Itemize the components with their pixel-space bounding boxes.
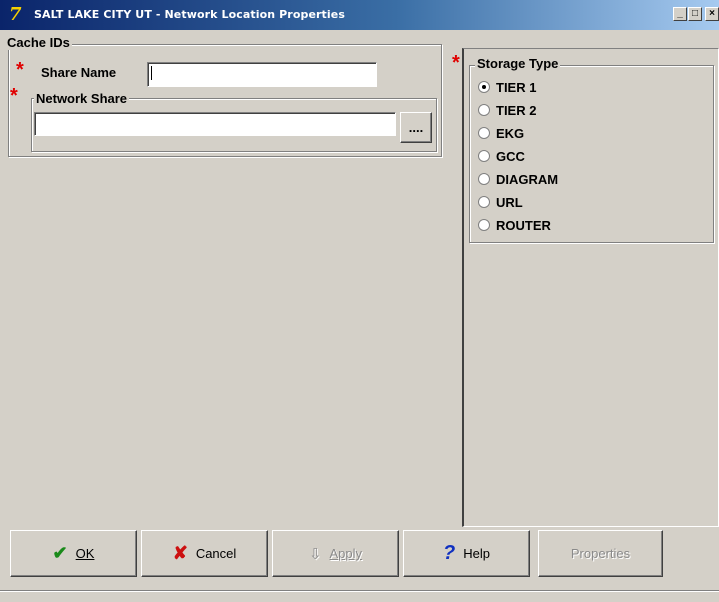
radio-label: TIER 2 bbox=[496, 102, 537, 118]
radio-option-diagram[interactable]: DIAGRAM bbox=[478, 169, 558, 189]
radio-label: TIER 1 bbox=[496, 79, 537, 95]
share-name-required-marker: * bbox=[16, 59, 24, 81]
network-share-required-marker: * bbox=[10, 85, 18, 107]
help-question-icon: ? bbox=[443, 542, 456, 564]
radio-button[interactable] bbox=[478, 173, 490, 185]
storage-type-required-marker: * bbox=[452, 52, 460, 74]
radio-option-tier-2[interactable]: TIER 2 bbox=[478, 100, 536, 120]
radio-option-gcc[interactable]: GCC bbox=[478, 146, 525, 166]
cancel-button[interactable]: ✘ Cancel bbox=[141, 530, 268, 577]
radio-label: ROUTER bbox=[496, 217, 551, 233]
close-button[interactable]: × bbox=[705, 7, 719, 21]
radio-option-ekg[interactable]: EKG bbox=[478, 123, 524, 143]
help-button[interactable]: ? Help bbox=[403, 530, 530, 577]
network-share-legend: Network Share bbox=[34, 91, 130, 106]
properties-button-label: Properties bbox=[570, 546, 631, 561]
minimize-button[interactable]: _ bbox=[673, 7, 687, 21]
properties-button[interactable]: Properties bbox=[538, 530, 663, 577]
radio-button[interactable] bbox=[478, 127, 490, 139]
radio-label: DIAGRAM bbox=[496, 171, 559, 187]
maximize-button[interactable]: □ bbox=[688, 7, 702, 21]
title-bar[interactable]: 7 SALT LAKE CITY UT - Network Location P… bbox=[0, 0, 719, 30]
help-button-label: Help bbox=[463, 546, 490, 561]
radio-label: URL bbox=[496, 194, 523, 210]
bottom-separator-highlight bbox=[0, 591, 719, 592]
radio-label: GCC bbox=[496, 148, 525, 164]
network-share-input[interactable] bbox=[34, 112, 396, 136]
radio-option-url[interactable]: URL bbox=[478, 192, 523, 212]
cache-ids-legend: Cache IDs bbox=[5, 35, 72, 50]
radio-option-tier-1[interactable]: TIER 1 bbox=[478, 77, 536, 97]
storage-type-legend: Storage Type bbox=[475, 56, 561, 71]
apply-button-label: Apply bbox=[329, 546, 363, 561]
ok-button-label: OK bbox=[75, 546, 95, 561]
radio-option-router[interactable]: ROUTER bbox=[478, 215, 551, 235]
text-caret bbox=[151, 66, 152, 80]
cancel-button-label: Cancel bbox=[195, 546, 237, 561]
browse-button-label: .... bbox=[408, 120, 424, 135]
cross-icon: ✘ bbox=[172, 543, 188, 563]
share-name-label: Share Name bbox=[41, 65, 117, 80]
radio-button[interactable] bbox=[478, 219, 490, 231]
checkmark-icon: ✔ bbox=[52, 543, 68, 563]
apply-button[interactable]: ⇩ Apply bbox=[272, 530, 399, 577]
ok-button[interactable]: ✔ OK bbox=[10, 530, 137, 577]
radio-button[interactable] bbox=[478, 81, 490, 93]
window-title: SALT LAKE CITY UT - Network Location Pro… bbox=[34, 8, 345, 21]
radio-button[interactable] bbox=[478, 196, 490, 208]
radio-label: EKG bbox=[496, 125, 525, 141]
radio-button[interactable] bbox=[478, 104, 490, 116]
arrow-down-icon: ⇩ bbox=[308, 545, 322, 563]
app-logo-icon: 7 bbox=[9, 4, 22, 25]
browse-button[interactable]: .... bbox=[400, 112, 432, 143]
radio-button[interactable] bbox=[478, 150, 490, 162]
share-name-input[interactable] bbox=[147, 62, 377, 87]
